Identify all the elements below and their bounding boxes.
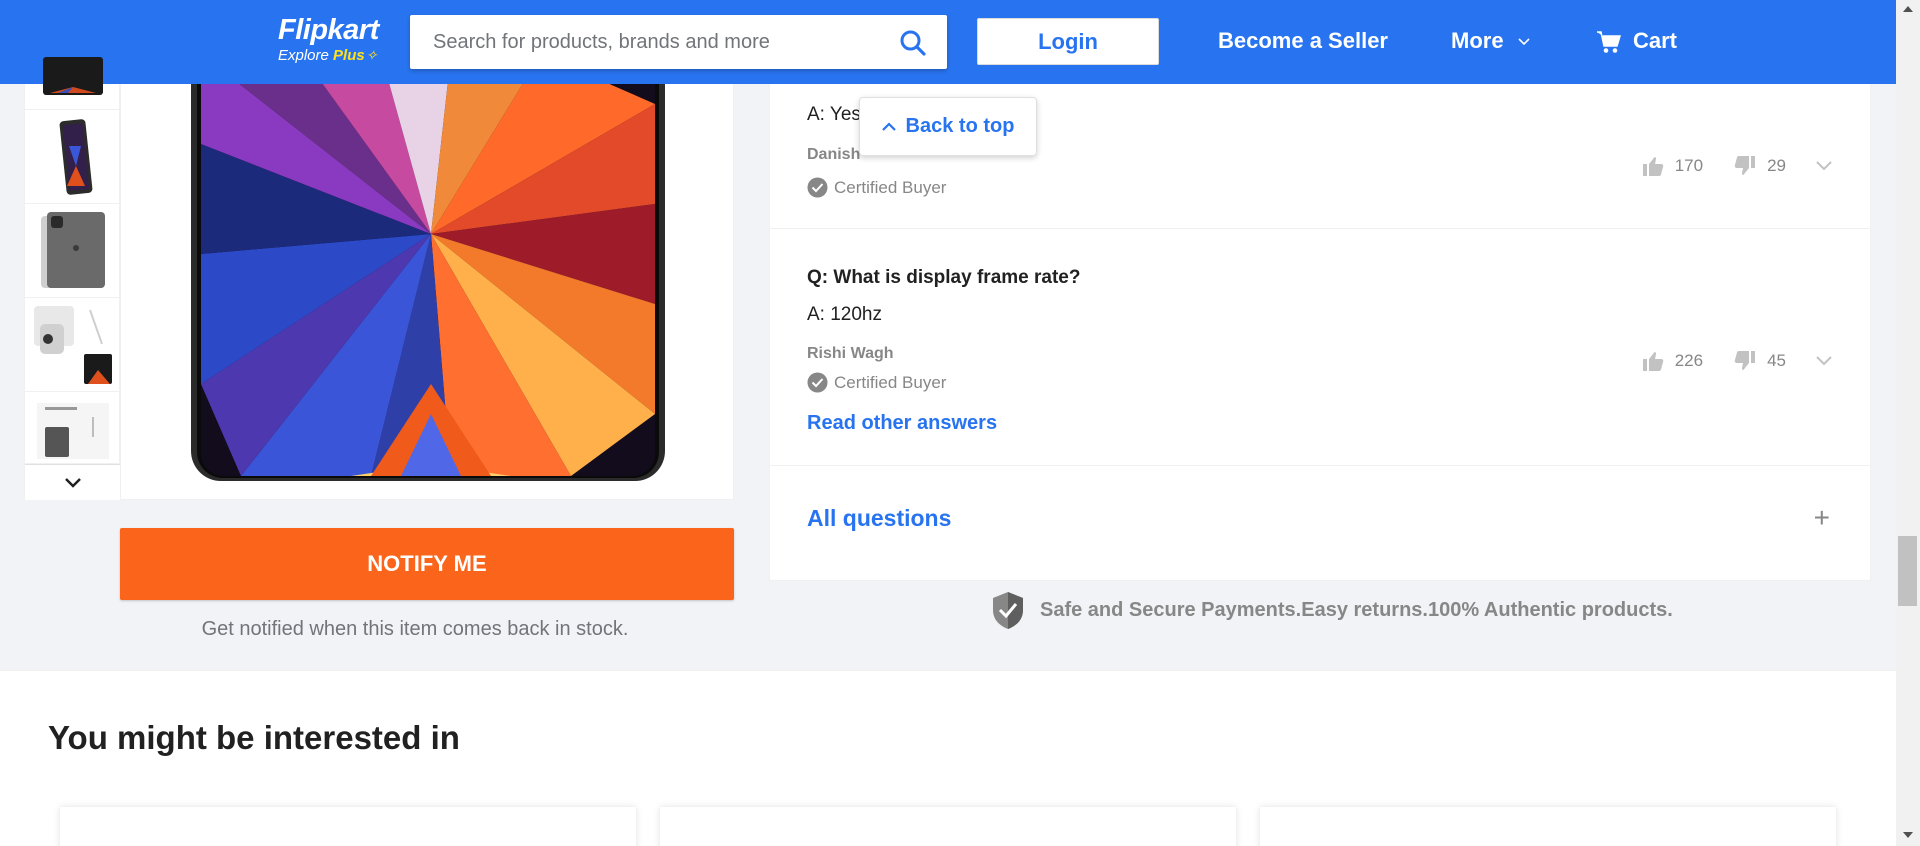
thumbs-down-icon — [1734, 351, 1756, 370]
certified-buyer-badge: Certified Buyer — [807, 372, 946, 393]
thumbnail-1[interactable] — [25, 44, 121, 110]
logo-explore: Explore — [278, 47, 329, 64]
read-other-answers-link[interactable]: Read other answers — [807, 412, 997, 435]
expand-answer-chevron-icon[interactable] — [1816, 161, 1832, 171]
question-text: Q: What is display frame rate? — [807, 267, 1081, 288]
chevron-down-icon — [1518, 38, 1530, 46]
top-header: Flipkart Explore Plus✧ Login Become a Se… — [0, 0, 1896, 84]
answer-text: A: Yes — [807, 104, 861, 125]
thumbnail-3[interactable] — [25, 204, 121, 298]
certified-buyer-badge: Certified Buyer — [807, 177, 946, 198]
tablet-camera-thumb-image — [34, 305, 112, 384]
box-contents-thumb-image — [37, 402, 109, 459]
notify-me-button[interactable]: NOTIFY ME — [120, 528, 734, 600]
downvote-count: 45 — [1767, 351, 1786, 370]
recommendation-card[interactable] — [1260, 807, 1836, 846]
upvote-count: 226 — [1674, 351, 1704, 370]
page-scrollbar[interactable] — [1896, 0, 1920, 846]
back-to-top-label: Back to top — [905, 115, 1015, 137]
secure-payments-banner: Safe and Secure Payments.Easy returns.10… — [990, 590, 1673, 630]
thumbnail-strip — [24, 56, 121, 500]
notify-note: Get notified when this item comes back i… — [201, 618, 629, 640]
downvote-count: 29 — [1767, 156, 1786, 175]
thumbnail-2[interactable] — [25, 110, 121, 204]
thumbs-down-icon — [1734, 156, 1756, 175]
secure-text: Safe and Secure Payments.Easy returns.10… — [1040, 598, 1673, 621]
scroll-up-arrow-icon[interactable] — [1903, 6, 1913, 12]
thumbnail-4[interactable] — [25, 298, 121, 392]
recommendation-card[interactable] — [60, 807, 636, 846]
product-gallery — [24, 56, 734, 500]
answer-author: Rishi Wagh — [807, 345, 894, 362]
tablet-front-thumb-image — [43, 56, 103, 95]
tablet-back-thumb-image — [41, 211, 105, 288]
search-bar — [410, 15, 947, 69]
search-input[interactable] — [410, 15, 890, 69]
shield-check-icon — [993, 592, 1023, 629]
all-questions-link[interactable]: All questions — [807, 505, 951, 532]
chevron-up-icon — [881, 122, 896, 131]
more-label: More — [1451, 28, 1504, 53]
product-main-image[interactable] — [120, 84, 734, 500]
vote-controls: 170 29 — [1641, 154, 1832, 178]
recommendation-card[interactable] — [660, 807, 1236, 846]
thumbnails-scroll-down[interactable] — [25, 464, 121, 500]
expand-answer-chevron-icon[interactable] — [1816, 356, 1832, 366]
upvote-count: 170 — [1674, 156, 1704, 175]
certified-label: Certified Buyer — [834, 177, 947, 197]
become-seller-link[interactable]: Become a Seller — [1218, 28, 1388, 54]
answer-author: Danish — [807, 146, 861, 163]
questions-answers-panel: A: Yes Danish Certified Buyer 170 29 Q: … — [769, 84, 1871, 581]
cart-icon[interactable] — [1596, 30, 1622, 54]
recommendations-section: You might be interested in — [0, 670, 1896, 846]
vote-controls: 226 45 — [1641, 349, 1832, 373]
back-to-top-button[interactable]: Back to top — [859, 97, 1037, 156]
check-circle-icon — [807, 372, 828, 393]
scroll-down-arrow-icon[interactable] — [1903, 832, 1913, 838]
certified-label: Certified Buyer — [834, 372, 947, 392]
scrollbar-thumb[interactable] — [1898, 536, 1917, 606]
logo-plus: Plus — [333, 47, 365, 64]
cart-link[interactable]: Cart — [1633, 28, 1677, 54]
logo-text: Flipkart — [278, 14, 379, 46]
plus-icon[interactable]: + — [1814, 504, 1830, 532]
upvote-button[interactable]: 170 — [1641, 154, 1703, 178]
login-button[interactable]: Login — [977, 18, 1159, 65]
downvote-button[interactable]: 29 — [1733, 154, 1786, 178]
qa-item-2: Q: What is display frame rate? A: 120hz … — [770, 229, 1870, 466]
flipkart-logo[interactable]: Flipkart Explore Plus✧ — [278, 14, 393, 70]
plus-star-icon: ✧ — [365, 47, 378, 63]
thumbnail-5[interactable] — [25, 392, 121, 464]
logo-subtitle: Explore Plus✧ — [278, 46, 393, 65]
check-circle-icon — [807, 177, 828, 198]
chevron-down-icon — [65, 477, 81, 488]
tablet-angle-thumb-image — [59, 118, 93, 195]
answer-text: A: 120hz — [807, 304, 882, 325]
thumbs-up-icon — [1642, 157, 1663, 176]
downvote-button[interactable]: 45 — [1733, 349, 1786, 373]
thumbs-up-icon — [1642, 352, 1663, 371]
recommendations-title: You might be interested in — [48, 719, 460, 756]
upvote-button[interactable]: 226 — [1641, 349, 1703, 373]
search-icon[interactable] — [899, 29, 927, 57]
ipad-pro-image — [191, 84, 665, 481]
more-menu[interactable]: More — [1451, 28, 1530, 54]
